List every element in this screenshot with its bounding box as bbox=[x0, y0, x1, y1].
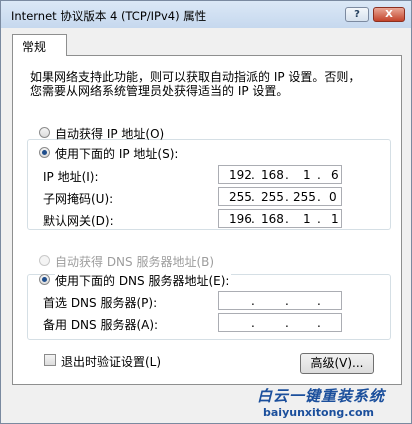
title-bar: Internet 协议版本 4 (TCP/IPv4) 属性 ? X bbox=[1, 1, 411, 28]
manual-dns-radio[interactable] bbox=[39, 274, 50, 285]
auto-dns-radio bbox=[39, 255, 50, 266]
preferred-dns-input[interactable]: . . . bbox=[218, 291, 342, 310]
manual-ip-radio[interactable] bbox=[39, 147, 50, 158]
watermark-title: 白云一键重装系统 bbox=[257, 387, 386, 405]
auto-ip-label: 自动获得 IP 地址(O) bbox=[55, 127, 165, 141]
ip-address-input[interactable]: 192. 168. 1. 6 bbox=[218, 165, 342, 184]
auto-ip-radio[interactable] bbox=[39, 127, 50, 138]
manual-ip-label: 使用下面的 IP 地址(S): bbox=[55, 145, 181, 162]
properties-dialog: Internet 协议版本 4 (TCP/IPv4) 属性 ? X 常规 如果网… bbox=[0, 0, 412, 424]
window-title: Internet 协议版本 4 (TCP/IPv4) 属性 bbox=[11, 9, 207, 23]
alternate-dns-label: 备用 DNS 服务器(A): bbox=[43, 318, 159, 332]
close-button[interactable]: X bbox=[373, 7, 405, 22]
subnet-mask-input[interactable]: 255. 255. 255. 0 bbox=[218, 187, 342, 206]
tab-general[interactable]: 常规 bbox=[12, 34, 67, 56]
ip-address-label: IP 地址(I): bbox=[43, 170, 99, 184]
alternate-dns-input[interactable]: . . . bbox=[218, 313, 342, 332]
watermark-url: baiyunxitong.com bbox=[263, 406, 375, 419]
help-button[interactable]: ? bbox=[345, 7, 369, 22]
validate-settings-label: 退出时验证设置(L) bbox=[61, 355, 162, 369]
gateway-label: 默认网关(D): bbox=[43, 214, 114, 228]
auto-dns-label: 自动获得 DNS 服务器地址(B) bbox=[55, 255, 215, 269]
general-panel: 如果网络支持此功能，则可以获取自动指派的 IP 设置。否则， 您需要从网络系统管… bbox=[12, 55, 402, 385]
preferred-dns-label: 首选 DNS 服务器(P): bbox=[43, 296, 158, 310]
intro-line-2: 您需要从网络系统管理员处获得适当的 IP 设置。 bbox=[30, 84, 289, 98]
advanced-button[interactable]: 高级(V)... bbox=[300, 353, 374, 374]
validate-settings-checkbox[interactable] bbox=[44, 354, 56, 366]
subnet-mask-label: 子网掩码(U): bbox=[43, 192, 114, 206]
manual-dns-label: 使用下面的 DNS 服务器地址(E): bbox=[55, 272, 232, 289]
gateway-input[interactable]: 196. 168. 1. 1 bbox=[218, 209, 342, 228]
